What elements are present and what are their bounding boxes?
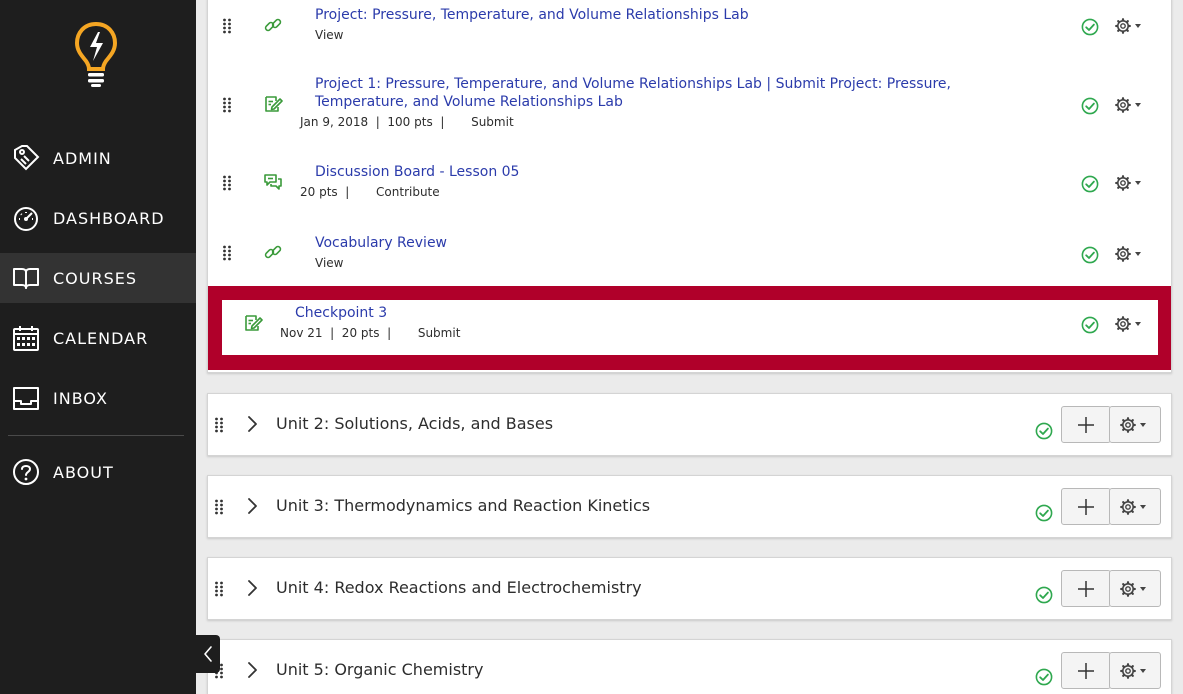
module-item-checkpoint[interactable]: Checkpoint 3 Nov 21 | 20 pts | Submit	[222, 300, 1158, 355]
nav-label: DASHBOARD	[53, 208, 165, 228]
add-item-button[interactable]	[1061, 652, 1111, 689]
drag-handle-icon[interactable]	[222, 175, 232, 191]
gear-menu-icon	[1119, 416, 1151, 434]
module-settings-button[interactable]	[1109, 570, 1161, 607]
speedometer-icon	[12, 204, 40, 232]
module-header-unit-5[interactable]: Unit 5: Organic Chemistry	[207, 639, 1172, 694]
plus-icon	[1076, 579, 1096, 599]
module-header-unit-3[interactable]: Unit 3: Thermodynamics and Reaction Kine…	[207, 475, 1172, 538]
nav-label: CALENDAR	[53, 328, 149, 348]
item-meta: View	[315, 28, 344, 42]
gear-menu-icon[interactable]	[1114, 245, 1146, 263]
published-check-icon[interactable]	[1035, 586, 1053, 604]
nav-label: INBOX	[53, 388, 108, 408]
module-settings-button[interactable]	[1109, 488, 1161, 525]
add-item-button[interactable]	[1061, 488, 1111, 525]
assignment-icon	[263, 94, 283, 114]
gear-menu-icon	[1119, 498, 1151, 516]
drag-handle-icon[interactable]	[222, 245, 232, 261]
published-check-icon[interactable]	[1081, 97, 1099, 115]
nav-item-inbox[interactable]: INBOX	[0, 373, 196, 423]
module-title[interactable]: Unit 2: Solutions, Acids, and Bases	[276, 414, 553, 433]
nav-label: ADMIN	[53, 148, 112, 168]
module-items-card: Project: Pressure, Temperature, and Volu…	[207, 0, 1172, 373]
sidebar: ADMIN DASHBOARD COURSES CALENDAR INBOX A…	[0, 0, 196, 694]
calendar-icon	[12, 324, 40, 352]
link-icon	[263, 242, 283, 262]
item-meta: Nov 21 | 20 pts | Submit	[280, 326, 461, 340]
chevron-left-icon	[204, 646, 212, 662]
module-header-unit-2[interactable]: Unit 2: Solutions, Acids, and Bases	[207, 393, 1172, 456]
inbox-icon	[12, 384, 40, 412]
gear-menu-icon	[1119, 662, 1151, 680]
module-title[interactable]: Unit 4: Redox Reactions and Electrochemi…	[276, 578, 642, 597]
item-title-link[interactable]: Project 1: Pressure, Temperature, and Vo…	[315, 75, 951, 93]
item-title-link[interactable]: Project: Pressure, Temperature, and Volu…	[315, 6, 749, 24]
nav-label: COURSES	[53, 268, 138, 288]
gear-menu-icon[interactable]	[1114, 96, 1146, 114]
add-item-button[interactable]	[1061, 406, 1111, 443]
chevron-right-icon[interactable]	[244, 660, 260, 680]
gear-menu-icon	[1119, 580, 1151, 598]
add-item-button[interactable]	[1061, 570, 1111, 607]
nav-item-about[interactable]: ABOUT	[0, 447, 196, 497]
gear-menu-icon[interactable]	[1114, 315, 1146, 333]
drag-handle-icon[interactable]	[222, 18, 232, 34]
highlighted-item-frame: Checkpoint 3 Nov 21 | 20 pts | Submit	[208, 286, 1171, 370]
module-title[interactable]: Unit 5: Organic Chemistry	[276, 660, 483, 679]
item-title-link-continued[interactable]: Temperature, and Volume Relationships La…	[315, 93, 623, 111]
gear-menu-icon[interactable]	[1114, 174, 1146, 192]
published-check-icon[interactable]	[1035, 422, 1053, 440]
discussion-icon	[263, 172, 283, 192]
item-meta: View	[315, 256, 344, 270]
chevron-right-icon[interactable]	[244, 578, 260, 598]
nav-label: ABOUT	[53, 462, 114, 482]
chevron-right-icon[interactable]	[244, 414, 260, 434]
nav-item-courses[interactable]: COURSES	[0, 253, 196, 303]
item-meta: Jan 9, 2018 | 100 pts | Submit	[300, 115, 514, 129]
published-check-icon[interactable]	[1081, 175, 1099, 193]
published-check-icon[interactable]	[1081, 246, 1099, 264]
module-header-unit-4[interactable]: Unit 4: Redox Reactions and Electrochemi…	[207, 557, 1172, 620]
book-icon	[12, 264, 40, 292]
nav-item-calendar[interactable]: CALENDAR	[0, 313, 196, 363]
module-settings-button[interactable]	[1109, 406, 1161, 443]
drag-handle-icon[interactable]	[214, 499, 224, 515]
drag-handle-icon[interactable]	[222, 97, 232, 113]
published-check-icon[interactable]	[1081, 316, 1099, 334]
assignment-icon	[243, 313, 263, 333]
module-title[interactable]: Unit 3: Thermodynamics and Reaction Kine…	[276, 496, 650, 515]
lightbulb-logo-icon	[72, 20, 120, 88]
gear-menu-icon[interactable]	[1114, 17, 1146, 35]
published-check-icon[interactable]	[1035, 504, 1053, 522]
drag-handle-icon[interactable]	[214, 581, 224, 597]
published-check-icon[interactable]	[1035, 668, 1053, 686]
item-title-link[interactable]: Checkpoint 3	[295, 304, 387, 322]
item-meta: 20 pts | Contribute	[300, 185, 440, 199]
module-item[interactable]: Project 1: Pressure, Temperature, and Vo…	[208, 69, 1171, 149]
nav-item-dashboard[interactable]: DASHBOARD	[0, 193, 196, 243]
module-item[interactable]: Project: Pressure, Temperature, and Volu…	[208, 0, 1171, 69]
plus-icon	[1076, 415, 1096, 435]
chevron-right-icon[interactable]	[244, 496, 260, 516]
plus-icon	[1076, 497, 1096, 517]
published-check-icon[interactable]	[1081, 18, 1099, 36]
module-item[interactable]: Discussion Board - Lesson 05 20 pts | Co…	[208, 149, 1171, 219]
admin-tag-icon	[12, 144, 40, 172]
nav-divider	[8, 435, 184, 436]
link-icon	[263, 15, 283, 35]
nav-item-admin[interactable]: ADMIN	[0, 133, 196, 183]
question-icon	[12, 458, 40, 486]
module-item[interactable]: Vocabulary Review View	[208, 219, 1171, 286]
item-title-link[interactable]: Discussion Board - Lesson 05	[315, 163, 519, 181]
item-title-link[interactable]: Vocabulary Review	[315, 234, 447, 252]
plus-icon	[1076, 661, 1096, 681]
module-settings-button[interactable]	[1109, 652, 1161, 689]
drag-handle-icon[interactable]	[214, 417, 224, 433]
collapse-sidebar-button[interactable]	[196, 635, 220, 673]
